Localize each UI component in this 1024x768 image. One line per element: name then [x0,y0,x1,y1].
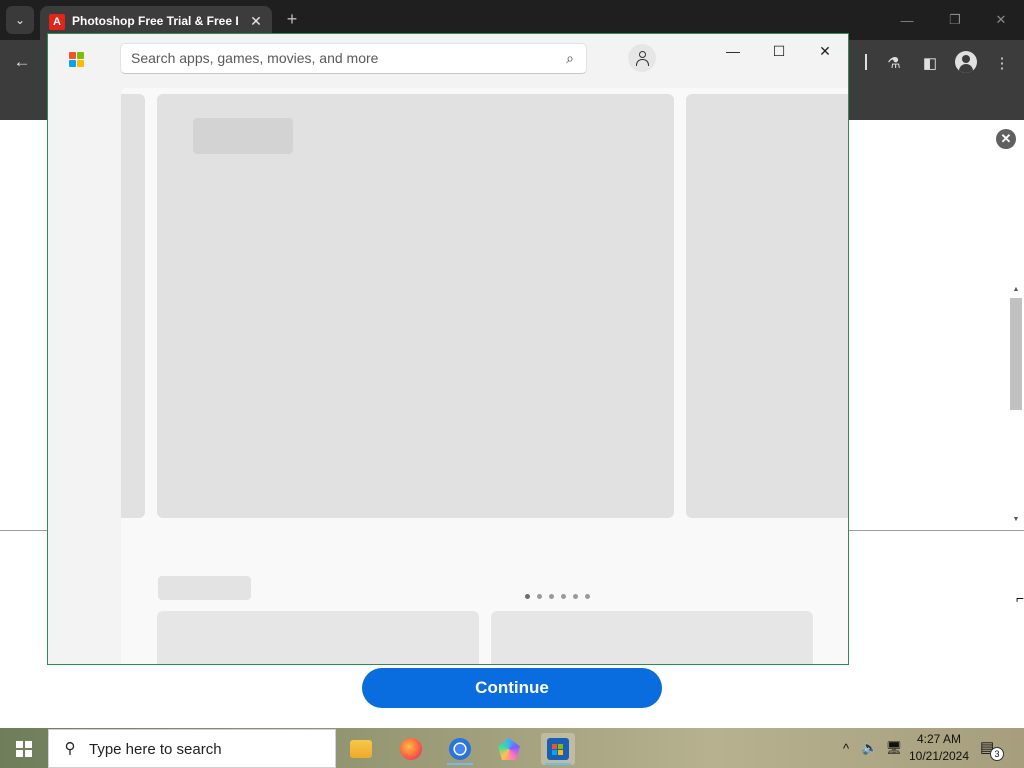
network-icon[interactable]: 🖥 [884,738,904,758]
scroll-down-arrow-icon[interactable]: ▼ [1010,514,1022,524]
store-content-pane [121,88,848,664]
copilot-icon[interactable] [492,733,526,765]
scroll-up-arrow-icon[interactable]: ▲ [1010,284,1022,294]
store-close-button[interactable]: ✕ [810,40,840,62]
browser-close-button[interactable]: ✕ [988,8,1014,32]
file-explorer-icon[interactable] [344,733,378,765]
scrollbar-thumb[interactable] [1010,298,1022,410]
tile-placeholder[interactable] [157,611,479,664]
profile-avatar-icon[interactable] [955,51,977,73]
back-arrow-icon[interactable]: ← [10,50,34,74]
kebab-menu-icon[interactable]: ⋮ [991,52,1013,74]
microsoft-store-logo-icon [67,50,85,68]
side-panel-icon[interactable]: ◧ [919,52,941,74]
store-account-icon[interactable] [628,44,656,72]
carousel-card-right-placeholder[interactable] [686,94,848,518]
tab-title: Photoshop Free Trial & Free Do [72,14,238,28]
new-tab-button[interactable]: + [282,8,302,30]
tray-chevron-up-icon[interactable]: ^ [838,738,854,758]
search-icon: ⚲ [64,740,76,757]
carousel-title-placeholder [193,118,293,154]
close-tab-icon[interactable]: ✕ [246,11,266,31]
tile-placeholder[interactable] [491,611,813,664]
mouse-cursor-icon: ⌐ [1016,590,1024,606]
taskbar-search-box[interactable]: ⚲ Type here to search [48,729,336,768]
microsoft-store-taskbar-icon[interactable] [541,733,575,765]
carousel-dot[interactable] [561,593,566,599]
notification-count-badge: 3 [990,747,1004,761]
carousel-dot[interactable] [549,593,554,599]
carousel-dot[interactable] [573,593,578,599]
windows-start-icon[interactable] [8,736,40,762]
tab-search-dropdown-button[interactable]: ⌄ [6,6,34,34]
carousel-dot[interactable] [537,593,542,599]
labs-flask-icon[interactable]: ⚗ [883,52,905,74]
clock-date: 10/21/2024 [908,749,970,763]
chrome-icon[interactable] [443,733,477,765]
carousel-pagination-dots [525,592,590,600]
browser-minimize-button[interactable]: — [894,8,920,32]
toolbar-separator [865,54,867,70]
microsoft-store-window: ⌕ — ☐ ✕ [47,33,849,665]
store-maximize-button[interactable]: ☐ [764,40,794,62]
store-search-box[interactable]: ⌕ [120,43,587,74]
carousel-dot[interactable] [585,593,590,599]
store-minimize-button[interactable]: — [718,40,748,62]
firefox-icon[interactable] [394,733,428,765]
browser-restore-button[interactable]: ❐ [942,8,968,32]
volume-muted-icon[interactable]: 🔈 [860,738,880,758]
carousel-card-left-placeholder[interactable] [121,94,145,518]
close-circle-icon[interactable]: ✕ [996,129,1016,149]
continue-button[interactable]: Continue [362,668,662,708]
carousel-card-main-placeholder[interactable] [157,94,674,518]
section-heading-placeholder [158,576,251,600]
notification-center-icon[interactable]: ▤ 3 [980,738,1004,761]
adobe-favicon-icon: A [49,14,65,30]
carousel-dot[interactable] [525,593,530,599]
chevron-down-icon: ⌄ [14,13,26,27]
taskbar-search-placeholder: Type here to search [89,741,222,758]
taskbar-clock[interactable]: 4:27 AM 10/21/2024 [903,731,975,765]
clock-time: 4:27 AM [916,732,962,746]
store-search-input[interactable] [131,50,551,66]
search-icon[interactable]: ⌕ [561,49,579,67]
